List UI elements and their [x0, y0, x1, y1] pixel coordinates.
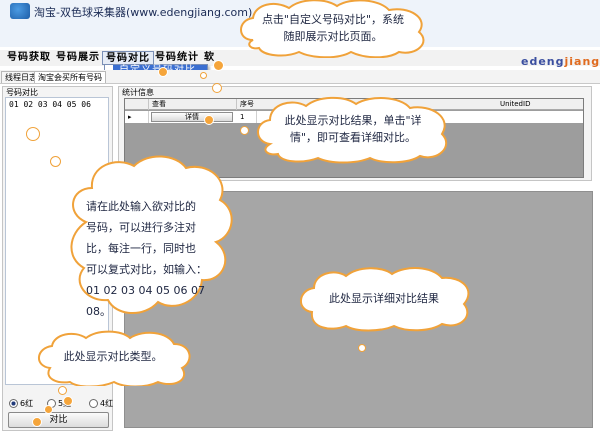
callout-tail-dot — [240, 126, 249, 135]
logo-text-accent: jiang — [564, 55, 600, 68]
callout-input-line2: 号码，可以进行多注对 — [86, 221, 196, 234]
callout-input-line5: 01 02 03 04 05 06 07 08。 — [86, 284, 205, 318]
stats-group-label: 统计信息 — [122, 88, 154, 97]
logo-text: edeng — [521, 55, 565, 68]
highlight-dot — [213, 60, 224, 71]
compare-button[interactable]: 对比 — [8, 412, 109, 428]
callout-menu-line1: 点击"自定义号码对比"，系统 — [261, 13, 405, 26]
highlight-dot — [44, 405, 53, 414]
detail-button[interactable]: 详情 — [151, 112, 233, 122]
callout-input-line1: 请在此处输入欲对比的 — [86, 200, 196, 213]
callout-stats-line1: 此处显示对比结果，单击"详 — [284, 114, 422, 127]
callout-input-line4: 可以复式对比，如输入： — [86, 263, 207, 276]
grid-header-unitedid[interactable]: UnitedID — [497, 99, 583, 110]
grid-header-rowmarker — [125, 99, 149, 110]
callout-input-line3: 比，每注一行，同时也 — [86, 242, 196, 255]
callout-type-text: 此处显示对比类型。 — [63, 350, 163, 363]
callout-input-text: 请在此处输入欲对比的 号码，可以进行多注对 比，每注一行，同时也 可以复式对比，… — [86, 196, 218, 322]
tab-all-numbers[interactable]: 淘宝会买所有号码 — [34, 71, 106, 83]
radio-6-red[interactable]: 6红 — [9, 398, 33, 409]
grid-header-view[interactable]: 查看 — [149, 99, 237, 110]
highlight-dot — [32, 417, 42, 427]
callout-tail-dot — [26, 127, 40, 141]
radio-label: 4红 — [100, 399, 114, 408]
window-title: 淘宝-双色球采集器(www.edengjiang.com) — [34, 6, 253, 19]
callout-menu-line2: 随即展示对比页面。 — [283, 30, 383, 43]
radio-label: 6红 — [20, 399, 34, 408]
callout-tail-dot — [50, 156, 61, 167]
highlight-dot — [63, 396, 73, 406]
callout-tail-dot — [200, 72, 207, 79]
callout-tail-dot — [212, 83, 222, 93]
menu-item-display[interactable]: 号码展示 — [53, 51, 103, 65]
callout-menu-text: 点击"自定义号码对比"，系统 随即展示对比页面。 — [245, 11, 421, 45]
callout-stats-text: 此处显示对比结果，单击"详 情"，即可查看详细对比。 — [266, 112, 440, 146]
callout-tail-dot — [358, 344, 366, 352]
callout-tail-dot — [58, 386, 67, 395]
radio-4-red[interactable]: 4红 — [89, 398, 113, 409]
callout-detail-text: 此处显示详细对比结果 — [329, 292, 439, 305]
app-icon — [10, 3, 30, 19]
highlight-dot — [158, 67, 168, 77]
highlight-dot — [204, 115, 214, 125]
menu-item-statistics[interactable]: 号码统计 — [152, 51, 202, 65]
menu-item-fetch[interactable]: 号码获取 — [4, 51, 54, 65]
menu-item-compare[interactable]: 号码对比 — [102, 51, 154, 65]
radio-indicator — [9, 399, 18, 408]
row-marker-icon: ▸ — [125, 111, 149, 123]
brand-logo: edengjiang — [521, 55, 600, 68]
radio-indicator — [89, 399, 98, 408]
callout-stats-line2: 情"，即可查看详细对比。 — [289, 131, 417, 144]
